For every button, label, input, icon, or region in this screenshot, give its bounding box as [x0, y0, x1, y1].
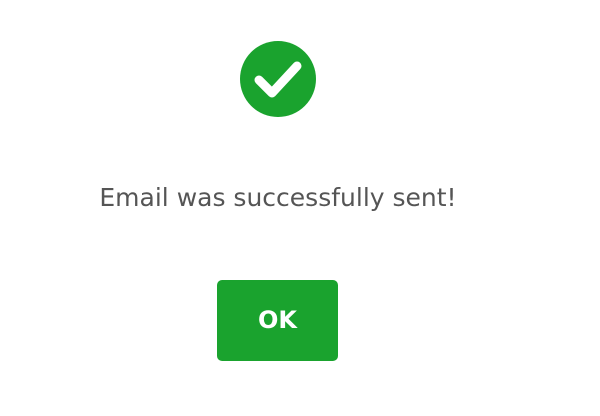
check-circle-icon: [240, 41, 316, 117]
ok-button[interactable]: OK: [217, 280, 338, 361]
success-dialog: Email was successfully sent! OK: [0, 0, 600, 416]
success-message: Email was successfully sent!: [99, 183, 457, 212]
